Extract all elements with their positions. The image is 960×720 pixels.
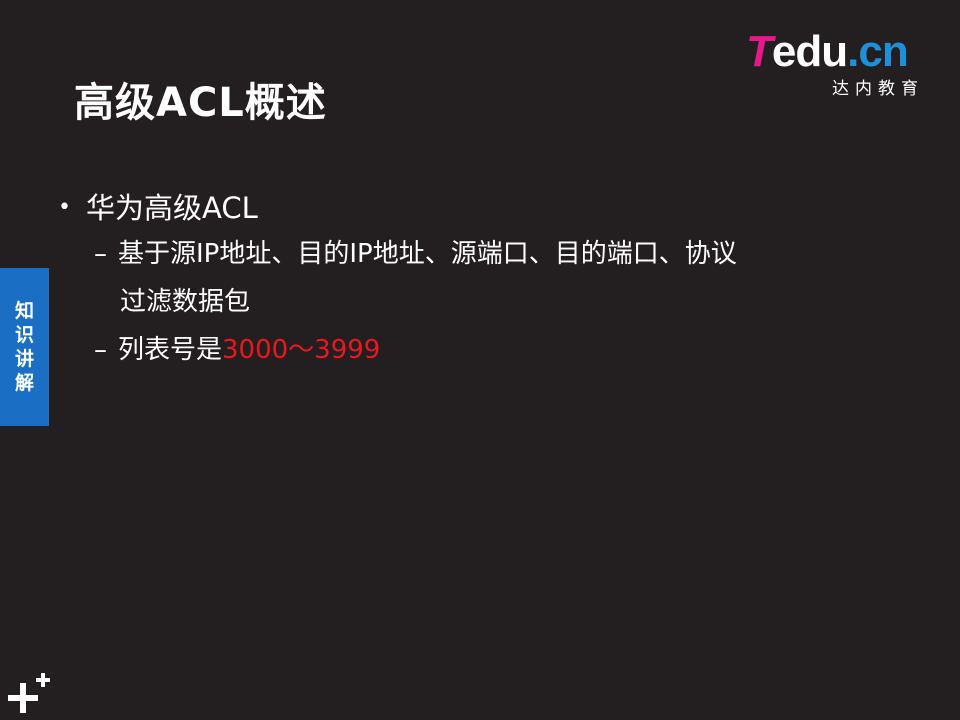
logo-domain-cn: .cn — [847, 27, 909, 76]
tedu-logo: Tedu.cn 达内教育 — [746, 27, 926, 100]
bullet-dot-icon: • — [58, 195, 71, 220]
bullet-level2-filter: – 基于源IP地址、目的IP地址、源端口、目的端口、协议 — [58, 230, 918, 278]
bullet-level2-text: 基于源IP地址、目的IP地址、源端口、目的端口、协议 — [118, 239, 737, 269]
logo-wordmark: Tedu.cn — [746, 27, 909, 76]
plus-plus-icon — [6, 666, 54, 714]
plus-plus-icon-svg — [8, 673, 50, 713]
slide: 高级ACL概述 Tedu.cn 达内教育 知识讲解 • 华为高级ACL – 基于… — [0, 0, 960, 720]
slide-title: 高级ACL概述 — [74, 80, 327, 126]
list-number-prefix: 列表号是 — [118, 335, 223, 365]
logo-letters-edu: edu — [771, 27, 848, 76]
bullet-level1: • 华为高级ACL — [58, 186, 918, 230]
bullet-level2-continuation: 过滤数据包 — [120, 287, 251, 317]
slide-content: • 华为高级ACL – 基于源IP地址、目的IP地址、源端口、目的端口、协议 过… — [58, 186, 918, 374]
bullet-level2-list-number: – 列表号是3000～3999 — [58, 326, 918, 374]
logo-subtitle: 达内教育 — [832, 79, 924, 99]
side-tab-knowledge: 知识讲解 — [0, 268, 49, 426]
dash-icon: – — [94, 239, 107, 269]
logo-letter-t: T — [746, 27, 773, 76]
list-number-range: 3000～3999 — [222, 335, 381, 365]
side-tab-label: 知识讲解 — [14, 300, 34, 394]
dash-icon: – — [94, 335, 107, 365]
bullet-level1-text: 华为高级ACL — [86, 191, 258, 225]
